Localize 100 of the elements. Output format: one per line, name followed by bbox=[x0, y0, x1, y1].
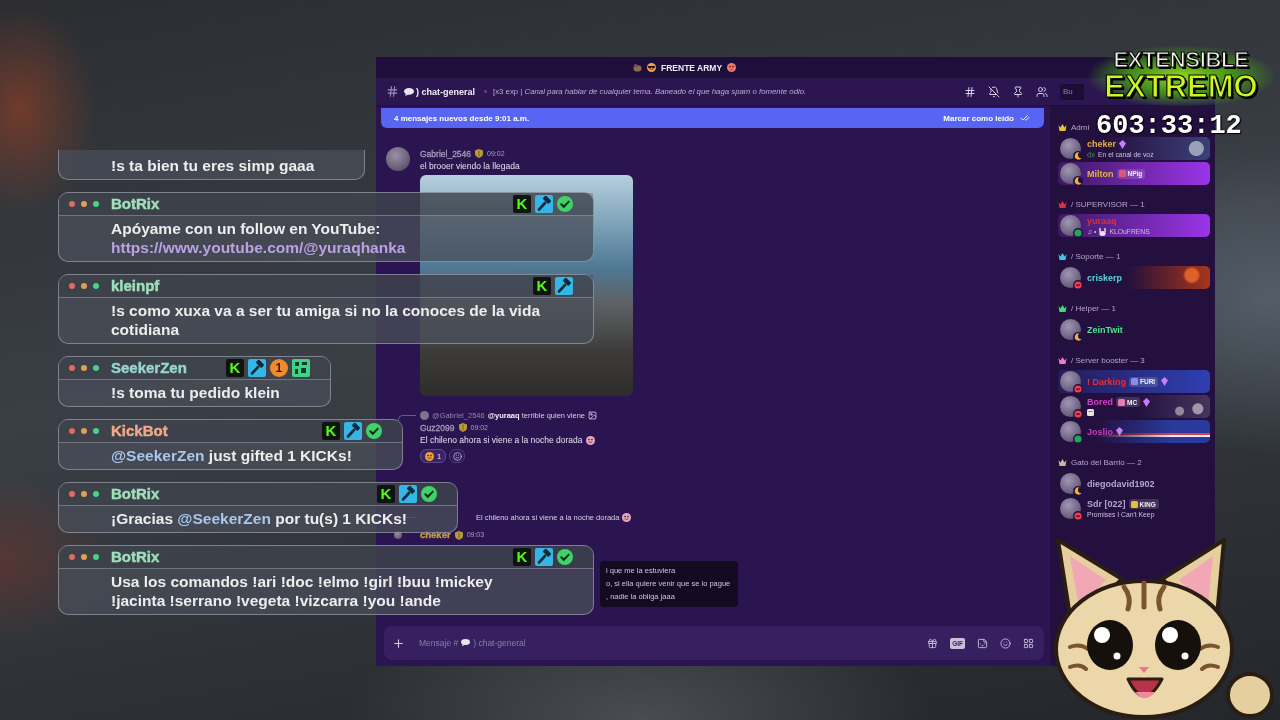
server-icon bbox=[633, 63, 642, 72]
emoji-icon bbox=[452, 451, 462, 461]
dot-icon bbox=[81, 365, 87, 371]
author-name[interactable]: Guz2099 bbox=[420, 422, 455, 433]
dot-icon bbox=[69, 554, 75, 560]
chat-message-text: !s ta bien tu eres simp gaaa bbox=[110, 156, 316, 176]
logo-title: EXTENSIBLE EXTREMO bbox=[1086, 38, 1276, 112]
shield-icon bbox=[454, 530, 463, 540]
member-item[interactable]: diegodavid1902 bbox=[1058, 472, 1210, 495]
pin-icon[interactable] bbox=[1012, 85, 1024, 98]
message-text: El chileno ahora si viene a la noche dorada bbox=[420, 434, 583, 446]
dot-icon bbox=[81, 428, 87, 434]
role-heading: / Soporte — 1 bbox=[1071, 252, 1121, 261]
k-badge: K bbox=[533, 277, 551, 295]
mark-as-read-button[interactable]: Marcar como leído bbox=[943, 113, 1030, 123]
check-circle-icon bbox=[557, 196, 573, 212]
dot-icon bbox=[69, 283, 75, 289]
hammer-icon bbox=[247, 359, 266, 377]
user-avatar[interactable] bbox=[386, 147, 410, 171]
chat-username: kleinpf bbox=[111, 277, 160, 295]
emoji-icon[interactable] bbox=[1000, 637, 1011, 649]
search-field[interactable]: Bu bbox=[1060, 83, 1084, 100]
sticker-icon[interactable] bbox=[977, 637, 988, 649]
chat-message-text: Apóyame con un follow en YouTube: https://www.youtube.com/@yuraqhanka bbox=[59, 216, 593, 261]
members-icon[interactable] bbox=[1036, 85, 1048, 98]
number-badge: 1 bbox=[269, 359, 288, 377]
status-emoji-icon bbox=[1087, 409, 1094, 416]
shield-icon bbox=[458, 423, 467, 432]
hammer-icon bbox=[535, 195, 553, 213]
member-name: Bored bbox=[1087, 397, 1113, 407]
member-name: ! Darking bbox=[1087, 376, 1126, 387]
speech-bubble-icon bbox=[461, 639, 471, 647]
sunglasses-face-icon bbox=[647, 63, 656, 72]
plus-icon[interactable] bbox=[392, 636, 405, 650]
dot-icon bbox=[69, 428, 75, 434]
dot-icon bbox=[81, 491, 87, 497]
tongue-face-icon bbox=[727, 63, 737, 72]
role-heading: Admi bbox=[1071, 123, 1090, 132]
k-badge: K bbox=[376, 485, 395, 503]
new-messages-bar[interactable]: 4 mensajes nuevos desde 9:01 a.m. Marcar como leído bbox=[381, 108, 1044, 128]
chat-message-text: !s toma tu pedido klein bbox=[110, 383, 281, 403]
grid-badge-icon bbox=[291, 359, 310, 377]
status-emoji-icon bbox=[1099, 227, 1107, 236]
k-badge: K bbox=[513, 195, 531, 213]
member-name: ZeinTwit bbox=[1087, 324, 1123, 335]
hammer-icon bbox=[555, 277, 573, 295]
member-name: criskerp bbox=[1087, 272, 1123, 283]
member-name: Sdr [022] bbox=[1087, 499, 1126, 509]
chat-message-text: ¡Gracias @SeekerZen por tu(s) 1 KICKs! bbox=[110, 509, 408, 529]
message-text: el brooer viendo la llegada bbox=[420, 160, 520, 172]
member-name: diegodavid1902 bbox=[1087, 478, 1155, 489]
dot-icon bbox=[81, 283, 87, 289]
dot-icon bbox=[93, 491, 99, 497]
gift-icon[interactable] bbox=[927, 637, 939, 649]
chat-username: SeekerZen bbox=[111, 359, 187, 377]
shield-icon bbox=[475, 149, 484, 158]
hammer-icon bbox=[535, 548, 553, 566]
reply-avatar bbox=[420, 410, 429, 420]
member-item[interactable]: ZeinTwit bbox=[1058, 318, 1210, 341]
dot-icon bbox=[93, 365, 99, 371]
role-heading: / Helper — 1 bbox=[1071, 304, 1116, 313]
role-heading: / Server booster — 3 bbox=[1071, 356, 1145, 365]
check-circle-icon bbox=[557, 549, 573, 565]
dot-icon bbox=[81, 554, 87, 560]
dot-icon bbox=[69, 365, 75, 371]
apps-icon[interactable] bbox=[1023, 637, 1034, 649]
role-heading: Gato del Barrio — 2 bbox=[1071, 458, 1142, 467]
chat-username: BotRix bbox=[111, 195, 160, 213]
dot-icon bbox=[81, 201, 87, 207]
author-name[interactable]: Gabriel_2546 bbox=[420, 148, 472, 159]
channel-name: ) chat-general bbox=[416, 86, 475, 97]
check-circle-icon bbox=[420, 486, 437, 502]
hammer-icon bbox=[398, 485, 417, 503]
muted-bell-icon[interactable] bbox=[988, 85, 1000, 98]
message-input[interactable]: Mensaje # ) chat-general bbox=[419, 633, 928, 653]
link[interactable]: https://www.youtube.com/@yuraqhanka bbox=[111, 238, 543, 257]
speech-bubble-icon bbox=[404, 87, 414, 96]
chat-message-text: Usa los comandos !ari !doc !elmo !girl !buu !mickey !jacinta !serrano !vegeta !vizcarra !you !ande bbox=[110, 572, 494, 611]
hash-icon[interactable] bbox=[964, 85, 976, 98]
chat-username: BotRix bbox=[111, 548, 160, 566]
add-reaction-button[interactable] bbox=[449, 449, 466, 463]
dot-icon bbox=[93, 283, 99, 289]
k-badge: K bbox=[225, 359, 244, 377]
server-title: FRENTE ARMY bbox=[661, 62, 723, 73]
member-name: cheker bbox=[1087, 139, 1117, 149]
smiley-icon bbox=[425, 451, 434, 461]
member-item[interactable]: Joslio bbox=[1058, 420, 1210, 443]
dot-icon bbox=[93, 554, 99, 560]
speaker-icon bbox=[1087, 150, 1095, 159]
member-item[interactable]: criskerp bbox=[1058, 266, 1210, 289]
member-name: Milton bbox=[1087, 168, 1114, 179]
dot-icon bbox=[69, 491, 75, 497]
check-circle-icon bbox=[365, 423, 382, 439]
stream-timer: 603:33:12 bbox=[1096, 114, 1242, 138]
double-check-icon bbox=[1020, 113, 1030, 123]
role-heading: / SUPERVISOR — 1 bbox=[1071, 200, 1145, 209]
dot-icon bbox=[93, 201, 99, 207]
chat-username: BotRix bbox=[111, 485, 160, 503]
chat-message-text: !s como xuxa va a ser tu amiga si no la conoces de la vida cotidiana bbox=[110, 301, 542, 340]
chat-username: KickBot bbox=[111, 422, 168, 440]
